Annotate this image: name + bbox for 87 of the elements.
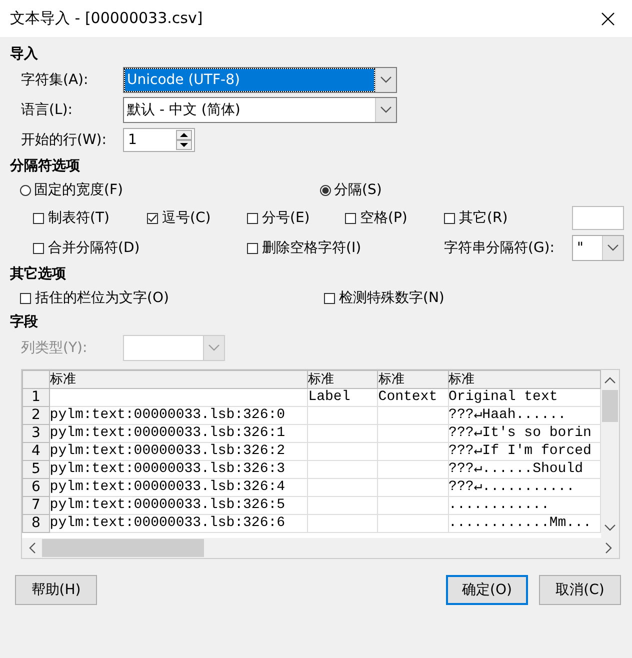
- row-number: 3: [22, 424, 50, 442]
- table-cell: pylm:text:00000033.lsb:326:2: [49, 442, 308, 460]
- chevron-up-icon[interactable]: [604, 376, 616, 384]
- vertical-scrollbar[interactable]: [601, 370, 619, 538]
- table-cell: Label: [308, 388, 378, 406]
- checkbox-option[interactable]: 分号(E): [247, 209, 345, 227]
- table-cell: [378, 424, 448, 442]
- field-label: 语言(L):: [21, 101, 74, 119]
- row-number: 8: [22, 514, 50, 532]
- radio-option[interactable]: 分隔(S): [320, 181, 620, 199]
- table-cell: [308, 496, 378, 514]
- table-cell: pylm:text:00000033.lsb:326:4: [49, 478, 308, 496]
- checkmark-icon: [147, 212, 158, 224]
- field-label: 开始的行(W):: [21, 131, 108, 149]
- table-cell: pylm:text:00000033.lsb:326:5: [49, 496, 308, 514]
- section-heading: 字段: [10, 312, 39, 332]
- table-cell: [378, 514, 448, 532]
- checkbox-option[interactable]: 检测特殊数字(N): [324, 289, 604, 307]
- dropdown-field[interactable]: ": [572, 235, 624, 261]
- chevron-down-icon: [380, 76, 392, 84]
- field-label: 列类型(Y):: [21, 339, 88, 357]
- column-header[interactable]: 标准: [378, 370, 448, 388]
- table-cell: [378, 406, 448, 424]
- spinner-field[interactable]: 1: [123, 128, 195, 152]
- table-cell: ???↵...........: [448, 478, 600, 496]
- checkbox-option[interactable]: 逗号(C): [147, 209, 247, 227]
- chevron-left-icon[interactable]: [28, 542, 36, 554]
- dialog-button[interactable]: 帮助(H): [15, 575, 97, 605]
- row-number: 5: [22, 460, 50, 478]
- field-label: 字符串分隔符(G):: [444, 239, 556, 257]
- table-cell: pylm:text:00000033.lsb:326:1: [49, 424, 308, 442]
- table-cell: [378, 496, 448, 514]
- checkbox-option[interactable]: 其它(R): [444, 209, 572, 227]
- chevron-down-icon: [208, 344, 220, 352]
- table-cell: pylm:text:00000033.lsb:326:0: [49, 406, 308, 424]
- row-number: 7: [22, 496, 50, 514]
- table-cell: ???↵......Should: [448, 460, 600, 478]
- table-cell: [308, 514, 378, 532]
- table-cell: [308, 406, 378, 424]
- horizontal-scrollbar[interactable]: [22, 538, 619, 558]
- column-header[interactable]: 标准: [49, 370, 308, 388]
- dropdown-field[interactable]: Unicode (UTF-8): [123, 67, 397, 93]
- section-heading: 分隔符选项: [10, 157, 81, 176]
- close-icon[interactable]: [600, 10, 616, 26]
- row-number: 1: [22, 388, 50, 406]
- table-cell: [378, 442, 448, 460]
- table-cell: pylm:text:00000033.lsb:326:3: [49, 460, 308, 478]
- scrollbar-thumb[interactable]: [602, 390, 618, 422]
- dialog-button[interactable]: 确定(O): [446, 575, 528, 605]
- checkbox-option[interactable]: 空格(P): [345, 209, 444, 227]
- table-cell: [308, 478, 378, 496]
- column-header[interactable]: 标准: [308, 370, 378, 388]
- chevron-down-icon: [380, 106, 392, 114]
- radio-option[interactable]: 固定的宽度(F): [20, 181, 320, 199]
- scrollbar-thumb[interactable]: [42, 539, 204, 557]
- table-cell: Context: [378, 388, 448, 406]
- checkbox-option[interactable]: 合并分隔符(D): [33, 239, 247, 257]
- field-label: 字符集(A):: [21, 71, 90, 89]
- table-cell: ???↵It's so borin: [448, 424, 600, 442]
- row-number: 2: [22, 406, 50, 424]
- section-heading: 导入: [10, 45, 39, 64]
- checkbox-option[interactable]: 括住的栏位为文字(O): [20, 289, 324, 307]
- window-title: 文本导入 - [00000033.csv]: [10, 9, 204, 28]
- column-header[interactable]: 标准: [448, 370, 600, 388]
- section-heading: 其它选项: [10, 264, 67, 284]
- table-cell: pylm:text:00000033.lsb:326:6: [49, 514, 308, 532]
- chevron-down-icon[interactable]: [604, 524, 616, 532]
- table-cell: ???↵If I'm forced: [448, 442, 600, 460]
- chevron-right-icon[interactable]: [605, 542, 613, 554]
- chevron-down-icon: [607, 244, 619, 252]
- dialog-button[interactable]: 取消(C): [539, 575, 621, 605]
- row-number: 6: [22, 478, 50, 496]
- table-cell: [378, 460, 448, 478]
- table-cell: [308, 442, 378, 460]
- dropdown-field[interactable]: 默认 - 中文 (简体): [123, 97, 397, 123]
- table-cell: ............Mm...: [448, 514, 600, 532]
- table-cell: [308, 460, 378, 478]
- checkbox-option[interactable]: 删除空格字符(I): [247, 239, 444, 257]
- row-number: 4: [22, 442, 50, 460]
- table-cell: [378, 478, 448, 496]
- checkbox-option[interactable]: 制表符(T): [33, 209, 147, 227]
- table-cell: ............: [448, 496, 600, 514]
- table-cell: Original text: [448, 388, 600, 406]
- up-down-arrows-icon[interactable]: [176, 130, 192, 150]
- table-cell: [308, 424, 378, 442]
- table-cell: ???↵Haah......: [448, 406, 600, 424]
- other-separator-field[interactable]: [572, 206, 624, 230]
